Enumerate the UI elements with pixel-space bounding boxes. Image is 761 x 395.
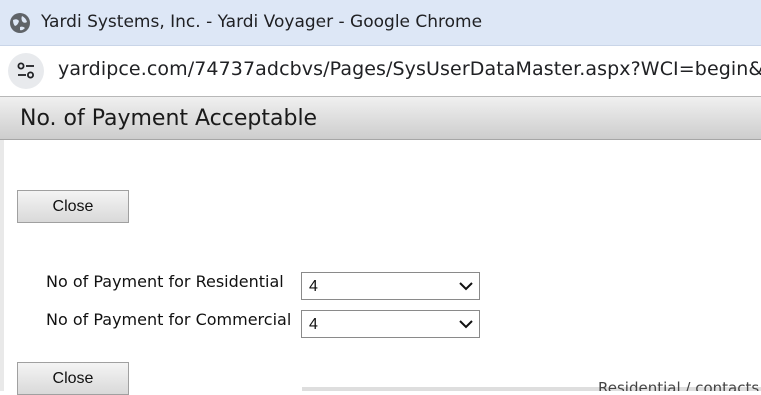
residential-payment-select[interactable]: 4 [301,272,480,300]
dialog-header: No. of Payment Acceptable [0,96,761,140]
address-bar[interactable]: yardipce.com/74737adcbvs/Pages/SysUserDa… [0,46,761,96]
commercial-payment-label: No of Payment for Commercial [46,310,292,329]
chevron-down-icon [459,320,473,329]
globe-icon [9,12,31,34]
background-partial-text: Residential / contacts [598,379,760,391]
residential-payment-label: No of Payment for Residential [46,272,284,291]
close-button-top[interactable]: Close [17,190,129,223]
site-info-button[interactable] [8,53,44,89]
residential-payment-value: 4 [309,278,318,295]
tune-icon [17,62,34,79]
commercial-payment-select[interactable]: 4 [301,310,480,338]
window-title: Yardi Systems, Inc. - Yardi Voyager - Go… [41,12,483,32]
dialog-body [4,140,761,391]
browser-title-bar: Yardi Systems, Inc. - Yardi Voyager - Go… [0,0,761,46]
dialog-title: No. of Payment Acceptable [20,106,318,131]
chevron-down-icon [459,282,473,291]
close-button-bottom[interactable]: Close [17,362,129,395]
commercial-payment-value: 4 [309,316,318,333]
url-text[interactable]: yardipce.com/74737adcbvs/Pages/SysUserDa… [58,58,761,80]
